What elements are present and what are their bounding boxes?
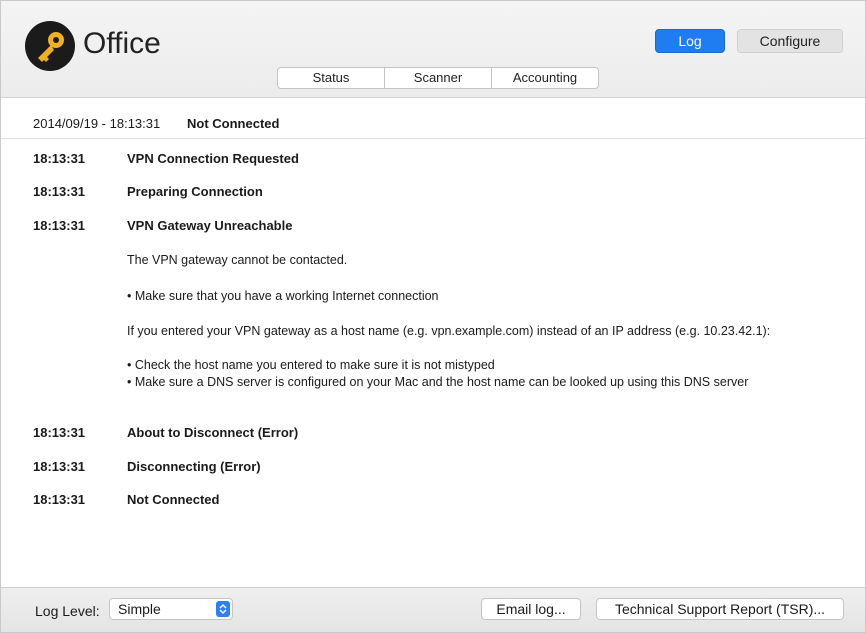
log-detail: • Check the host name you entered to mak… <box>127 358 495 372</box>
log-message: Disconnecting (Error) <box>127 459 261 474</box>
log-detail: If you entered your VPN gateway as a hos… <box>127 324 771 338</box>
log-level-select[interactable]: Simple <box>109 598 233 620</box>
log-time: 18:13:31 <box>33 492 86 507</box>
key-icon <box>25 21 75 71</box>
log-message: VPN Connection Requested <box>127 151 299 166</box>
log-message: Not Connected <box>127 492 220 507</box>
email-log-button[interactable]: Email log... <box>481 598 581 620</box>
log-entry: 18:13:31 VPN Gateway Unreachable <box>1 218 865 238</box>
log-detail: The VPN gateway cannot be contacted. <box>127 253 348 267</box>
log-entry: 18:13:31 VPN Connection Requested <box>1 151 865 171</box>
tab-status[interactable]: Status <box>278 68 385 88</box>
tsr-button[interactable]: Technical Support Report (TSR)... <box>596 598 844 620</box>
log-message: Preparing Connection <box>127 184 263 199</box>
log-level-value: Simple <box>118 601 161 617</box>
configure-button[interactable]: Configure <box>737 29 843 53</box>
tab-scanner[interactable]: Scanner <box>385 68 492 88</box>
log-time: 18:13:31 <box>33 184 86 199</box>
log-detail: • Make sure that you have a working Inte… <box>127 289 439 303</box>
log-time: 18:13:31 <box>33 151 86 166</box>
log-message: VPN Gateway Unreachable <box>127 218 293 233</box>
log-time: 18:13:31 <box>33 459 86 474</box>
log-entry: 18:13:31 Preparing Connection <box>1 184 865 204</box>
log-button[interactable]: Log <box>655 29 725 53</box>
log-time: 18:13:31 <box>33 425 86 440</box>
updown-chevron-icon <box>216 601 230 617</box>
log-time: 18:13:31 <box>33 218 86 233</box>
log-level-label: Log Level: <box>35 603 100 619</box>
header: Office Log Configure Status Scanner Acco… <box>1 1 865 98</box>
log-detail: • Make sure a DNS server is configured o… <box>127 375 749 389</box>
app-title: Office <box>83 27 161 60</box>
status-state: Not Connected <box>187 116 280 131</box>
tab-bar: Status Scanner Accounting <box>277 67 599 89</box>
log-message: About to Disconnect (Error) <box>127 425 299 440</box>
status-datetime: 2014/09/19 - 18:13:31 <box>33 116 161 131</box>
log-entry: 18:13:31 Disconnecting (Error) <box>1 459 865 479</box>
log-view: 18:13:31 VPN Connection Requested 18:13:… <box>1 139 865 588</box>
vpn-window: Office Log Configure Status Scanner Acco… <box>0 0 866 633</box>
log-entry: 18:13:31 About to Disconnect (Error) <box>1 425 865 445</box>
footer-bar: Log Level: Simple Email log... Technical… <box>1 587 865 632</box>
tab-accounting[interactable]: Accounting <box>492 68 598 88</box>
log-entry: 18:13:31 Not Connected <box>1 492 865 512</box>
connection-status-bar: 2014/09/19 - 18:13:31 Not Connected <box>1 108 865 139</box>
